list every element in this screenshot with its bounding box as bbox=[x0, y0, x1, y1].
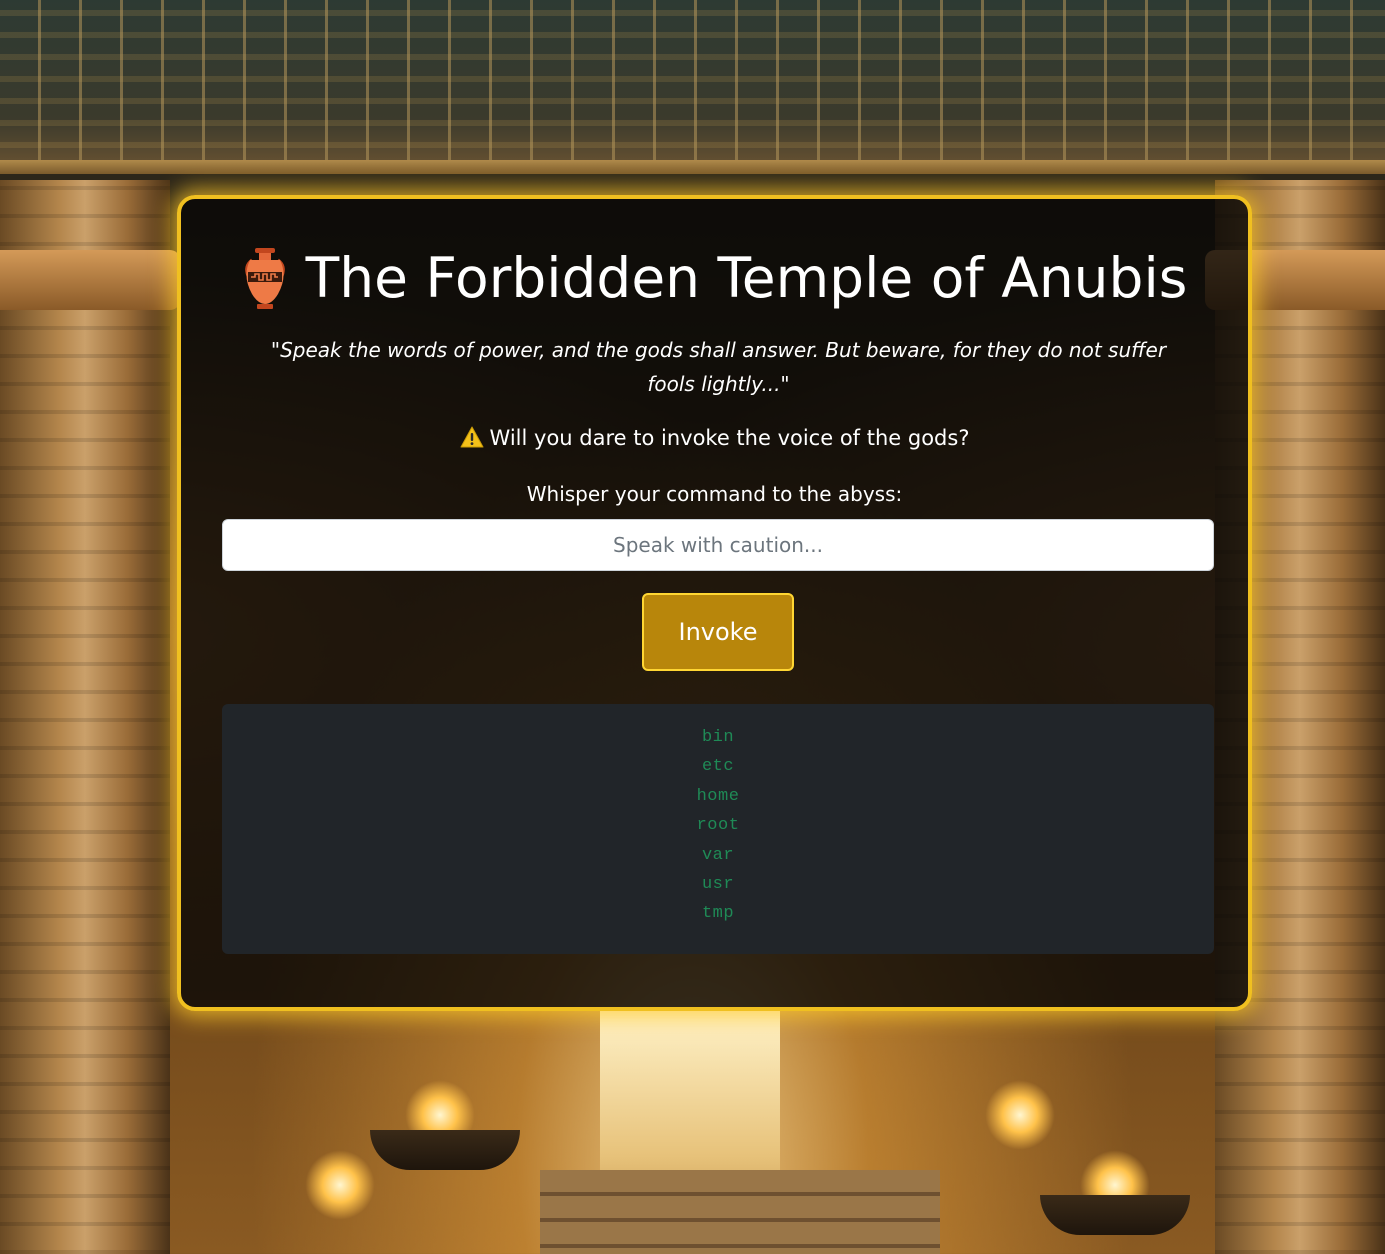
warning-text: Will you dare to invoke the voice of the… bbox=[489, 426, 970, 450]
temple-steps bbox=[540, 1170, 940, 1254]
output-line: var bbox=[701, 845, 735, 865]
output-line: etc bbox=[701, 757, 735, 777]
command-input[interactable] bbox=[222, 519, 1214, 571]
command-output: bin etc home root var usr tmp bbox=[222, 704, 1214, 954]
left-pillar-capital bbox=[0, 250, 180, 310]
command-label: Whisper your command to the abyss: bbox=[526, 482, 903, 506]
output-line: usr bbox=[701, 875, 735, 895]
output-line: root bbox=[696, 816, 740, 836]
page-title: The Forbidden Temple of Anubis bbox=[181, 243, 1248, 314]
output-line: bin bbox=[701, 728, 735, 747]
flame-icon bbox=[305, 1150, 375, 1220]
frieze-band bbox=[0, 160, 1385, 174]
amphora-icon bbox=[242, 246, 288, 310]
hieroglyph-frieze bbox=[0, 0, 1385, 170]
flame-icon bbox=[985, 1080, 1055, 1150]
title-text: The Forbidden Temple of Anubis bbox=[305, 246, 1188, 310]
output-line: home bbox=[696, 786, 740, 806]
brazier bbox=[1040, 1195, 1190, 1235]
temple-panel: The Forbidden Temple of Anubis "Speak th… bbox=[177, 195, 1252, 1011]
left-pillar bbox=[0, 180, 170, 1254]
invoke-button[interactable]: Invoke bbox=[642, 593, 794, 671]
brazier bbox=[370, 1130, 520, 1170]
warning-message: Will you dare to invoke the voice of the… bbox=[181, 423, 1248, 453]
subtitle-quote: "Speak the words of power, and the gods … bbox=[270, 338, 1167, 396]
output-line: tmp bbox=[701, 904, 735, 924]
warning-icon bbox=[460, 426, 484, 448]
